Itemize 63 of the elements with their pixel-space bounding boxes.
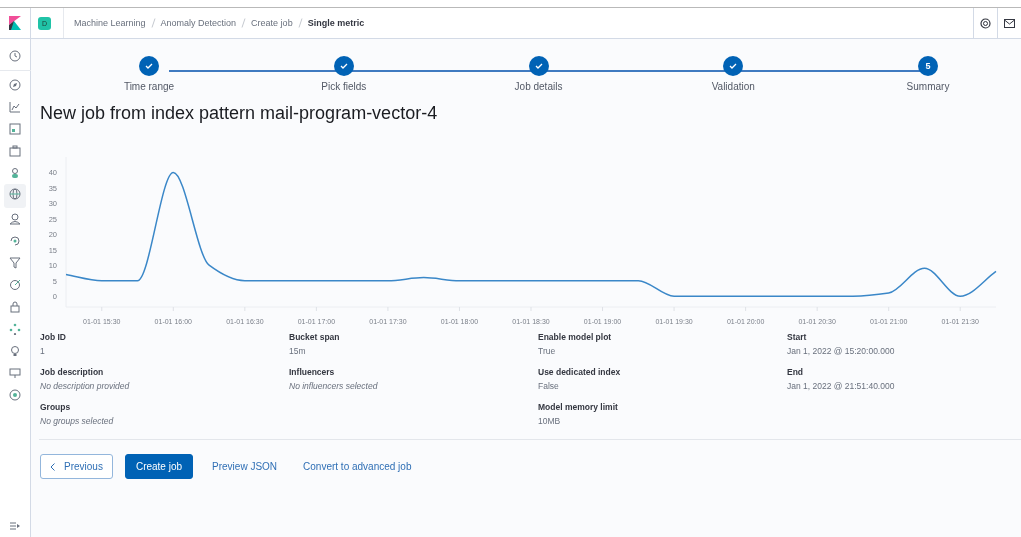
field-label: Model memory limit (538, 402, 619, 412)
briefcase-icon[interactable] (9, 145, 21, 157)
filter-icon[interactable] (9, 257, 21, 269)
clock-icon[interactable] (9, 50, 21, 62)
step-indicator[interactable] (139, 56, 159, 76)
breadcrumb[interactable]: Anomaly Detection (160, 18, 237, 28)
link-button[interactable]: Preview JSON (205, 454, 285, 479)
help-icon[interactable] (980, 17, 991, 29)
field-label: Enable model plot (538, 332, 613, 342)
monitor-icon[interactable] (9, 367, 21, 379)
field-value: Jan 1, 2022 @ 21:51:40.000 (787, 381, 896, 391)
slash-icon (150, 18, 156, 28)
slash-icon (241, 18, 247, 28)
field-value: 15m (289, 346, 307, 356)
field-value: No groups selected (40, 416, 115, 426)
field-label: Bucket span (289, 332, 341, 342)
logo-icon[interactable] (9, 16, 21, 30)
field-label: End (787, 367, 805, 377)
target-icon[interactable] (9, 279, 21, 291)
breadcrumb[interactable]: Create job (251, 18, 293, 28)
step-indicator[interactable]: 5 (918, 56, 938, 76)
lightbulb-icon[interactable] (9, 345, 21, 357)
field-label: Job ID (40, 332, 67, 342)
slash-icon (297, 18, 303, 28)
collapse-icon[interactable] (9, 520, 21, 532)
person-icon[interactable] (9, 213, 21, 225)
step-label: Pick fields (321, 81, 367, 92)
breadcrumb: Single metric (307, 18, 365, 28)
field-label: Groups (40, 402, 72, 412)
compass-icon[interactable] (9, 79, 21, 91)
chart-icon[interactable] (9, 101, 21, 113)
globe-icon[interactable] (9, 188, 21, 200)
field-value: False (538, 381, 560, 391)
field-label: Influencers (289, 367, 336, 377)
field-value: 1 (40, 346, 46, 356)
create-button[interactable]: Create job (124, 454, 194, 479)
breadcrumb[interactable]: Machine Learning (74, 18, 146, 28)
refresh-icon[interactable] (9, 235, 21, 247)
step-label: Time range (123, 81, 175, 92)
step-indicator[interactable] (333, 56, 354, 76)
field-value: No description provided (40, 381, 131, 391)
step-label: Validation (711, 81, 755, 92)
field-label: Use dedicated index (538, 367, 622, 377)
field-value: No influencers selected (289, 381, 379, 391)
step-indicator[interactable] (528, 56, 549, 76)
field-value: Jan 1, 2022 @ 15:20:00.000 (787, 346, 896, 356)
previous-button[interactable]: Previous (40, 454, 113, 479)
step-indicator[interactable] (723, 56, 744, 76)
field-value: 10MB (538, 416, 562, 426)
field-value: True (538, 346, 557, 356)
dashboard-icon[interactable] (9, 123, 21, 135)
gear-icon[interactable] (9, 389, 21, 401)
lock-icon[interactable] (9, 301, 21, 313)
page-title: New job from index pattern mail-program-vector-4 (40, 103, 439, 124)
field-label: Job description (40, 367, 105, 377)
nodes-icon[interactable] (9, 323, 21, 335)
step-label: Job details (514, 81, 563, 92)
figure-icon[interactable] (9, 167, 21, 179)
link-button[interactable]: Convert to advanced job (296, 454, 419, 479)
chevron-left-icon (50, 462, 55, 471)
step-label: Summary (906, 81, 950, 92)
field-label: Start (787, 332, 808, 342)
mail-icon[interactable] (1004, 18, 1015, 28)
